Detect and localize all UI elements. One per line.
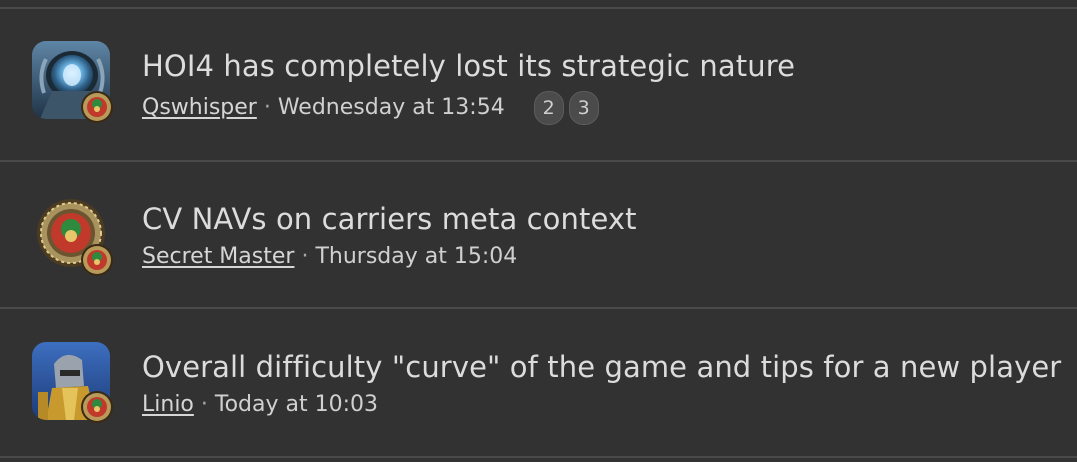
thread-meta: Qswhisper · Wednesday at 13:54 23 <box>142 91 604 125</box>
thread-date: Thursday at 15:04 <box>315 244 518 269</box>
thread-title[interactable]: HOI4 has completely lost its strategic n… <box>142 49 795 83</box>
page-links: 23 <box>533 91 604 125</box>
divider <box>0 456 1077 458</box>
meta-separator: · <box>263 95 271 120</box>
thread-meta: Secret Master · Thursday at 15:04 <box>142 244 517 269</box>
page-link-2[interactable]: 2 <box>533 91 564 125</box>
thread-list: HOI4 has completely lost its strategic n… <box>0 0 1077 462</box>
thread-title[interactable]: Overall difficulty "curve" of the game a… <box>142 350 1061 384</box>
page-link-3[interactable]: 3 <box>568 91 599 125</box>
meta-separator: · <box>301 244 309 269</box>
medal-badge-icon <box>81 391 113 423</box>
thread-author-link[interactable]: Qswhisper <box>142 95 257 120</box>
thread-row: Overall difficulty "curve" of the game a… <box>0 309 1077 459</box>
thread-author-link[interactable]: Linio <box>142 392 194 417</box>
thread-date: Wednesday at 13:54 <box>277 95 505 120</box>
thread-title[interactable]: CV NAVs on carriers meta context <box>142 202 637 236</box>
medal-badge-icon <box>81 244 113 276</box>
thread-date: Today at 10:03 <box>214 392 379 417</box>
thread-author-link[interactable]: Secret Master <box>142 244 294 269</box>
meta-separator: · <box>200 392 208 417</box>
medal-badge-icon <box>81 91 113 123</box>
thread-row: HOI4 has completely lost its strategic n… <box>0 9 1077 159</box>
thread-meta: Linio · Today at 10:03 <box>142 392 378 417</box>
thread-row: CV NAVs on carriers meta context Secret … <box>0 162 1077 312</box>
